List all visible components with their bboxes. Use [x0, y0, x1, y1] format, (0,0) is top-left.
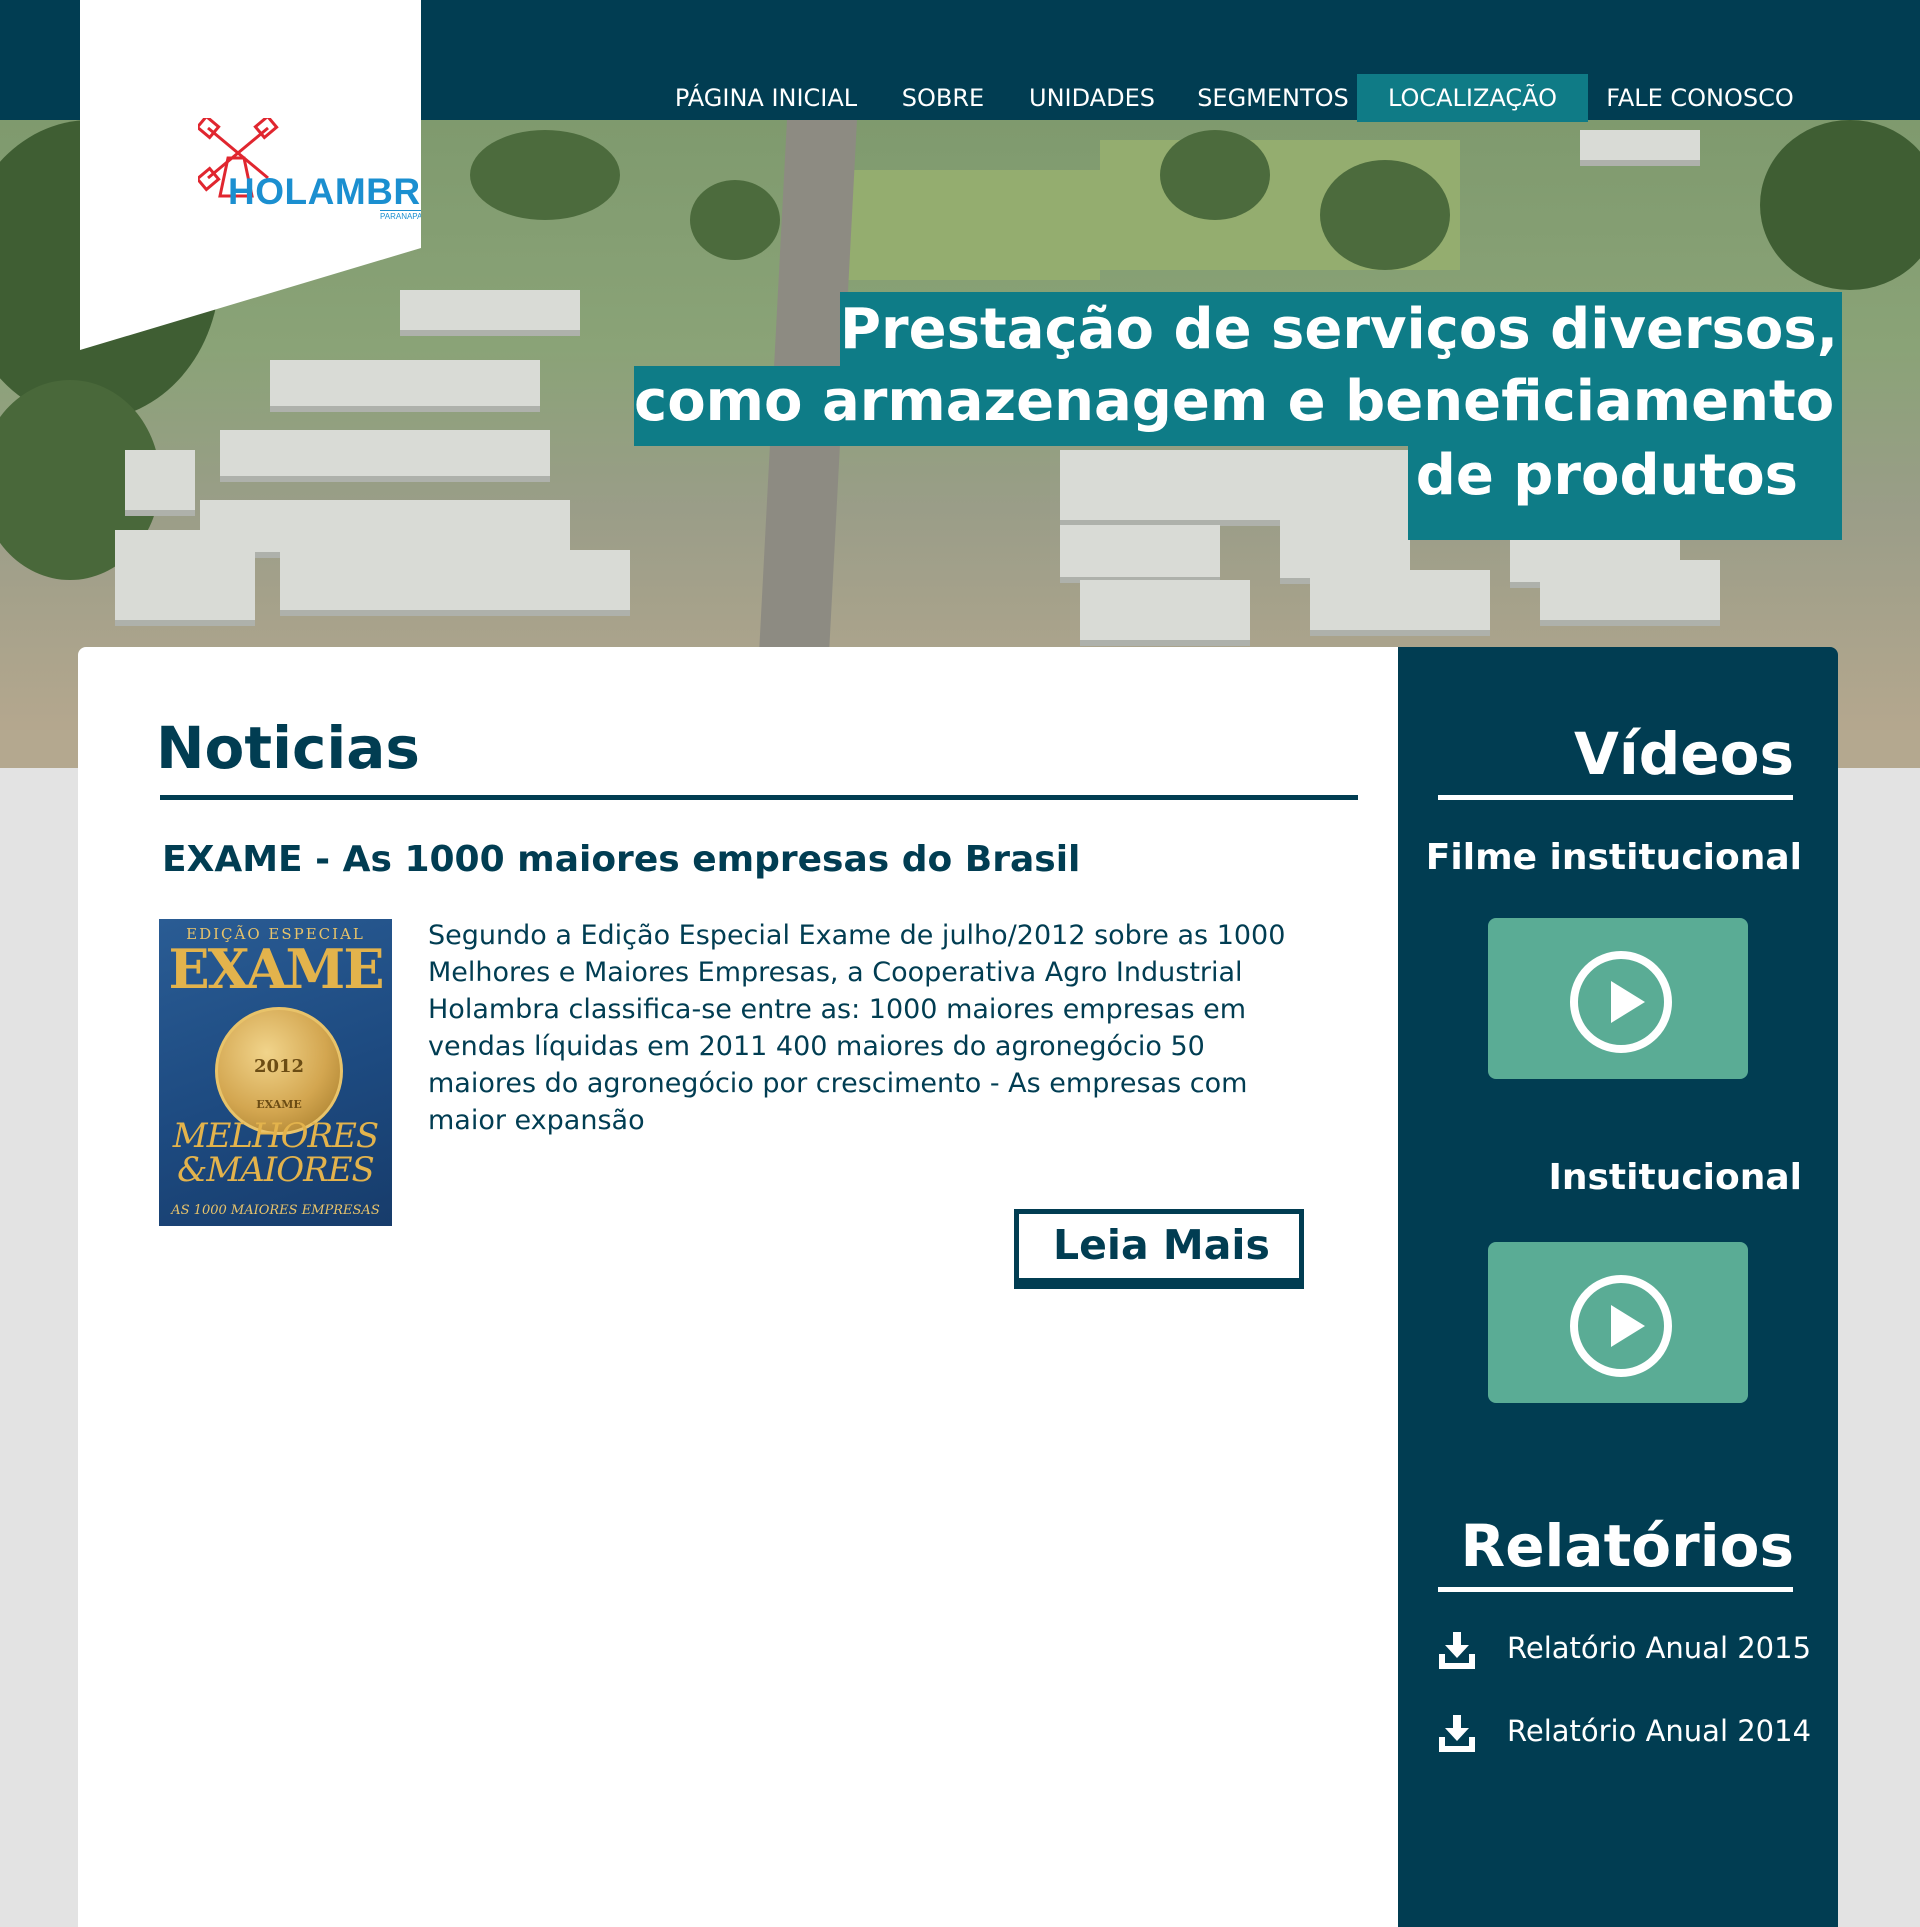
videos-title-divider [1438, 795, 1793, 800]
news-panel: Noticias EXAME - As 1000 maiores empresa… [78, 647, 1398, 1927]
news-section-title: Noticias [156, 714, 420, 782]
nav-item-localizacao[interactable]: LOCALIZAÇÃO [1357, 74, 1588, 122]
nav-item-segmentos[interactable]: SEGMENTOS [1190, 74, 1356, 122]
reports-title-divider [1438, 1587, 1793, 1592]
download-icon [1439, 1715, 1475, 1752]
magazine-headline-2: &MAIORES [177, 1150, 375, 1190]
videos-section-title: Vídeos [1574, 720, 1794, 788]
nav-item-sobre[interactable]: SOBRE [884, 74, 1002, 122]
nav-item-unidades[interactable]: UNIDADES [1020, 74, 1164, 122]
report-link-2015[interactable]: Relatório Anual 2015 [1438, 1628, 1818, 1672]
nav-item-pagina-inicial[interactable]: PÁGINA INICIAL [664, 74, 868, 122]
logo-wordmark: HOLAMBRA [228, 171, 448, 212]
article-body: Segundo a Edição Especial Exame de julho… [428, 920, 1286, 1136]
video-thumb-institucional[interactable] [1488, 1242, 1748, 1403]
news-title-divider [160, 795, 1358, 800]
reports-section-title: Relatórios [1460, 1512, 1794, 1580]
hero-title-line-3: de produtos [1408, 444, 1842, 540]
video-label-filme-institucional: Filme institucional [1425, 837, 1802, 878]
magazine-name: EXAME [168, 937, 385, 1001]
sidebar: Vídeos Filme institucional Institucional… [1398, 647, 1838, 1927]
report-label: Relatório Anual 2014 [1507, 1714, 1812, 1748]
video-thumb-filme-institucional[interactable] [1488, 918, 1748, 1079]
medal-brand: EXAME [256, 1098, 302, 1111]
nav-item-fale-conosco[interactable]: FALE CONOSCO [1600, 74, 1800, 122]
exame-magazine-cover[interactable]: EDIÇÃO ESPECIAL EXAME 2012 EXAME MELHORE… [159, 919, 392, 1226]
hero-title-line-2: como armazenagem e beneficiamento [634, 366, 1842, 446]
magazine-headline-1: MELHORES [172, 1116, 379, 1156]
main-nav: PÁGINA INICIAL SOBRE UNIDADES SEGMENTOS … [0, 74, 1920, 122]
magazine-footer: AS 1000 MAIORES EMPRESAS [171, 1203, 380, 1218]
report-label: Relatório Anual 2015 [1507, 1631, 1812, 1665]
report-link-2014[interactable]: Relatório Anual 2014 [1438, 1711, 1818, 1755]
magazine-headline: MELHORES &MAIORES [159, 1119, 392, 1187]
play-icon [1570, 951, 1672, 1053]
medal-year: 2012 [253, 1056, 305, 1077]
download-icon [1439, 1632, 1475, 1669]
read-more-button[interactable]: Leia Mais [1014, 1209, 1304, 1289]
play-icon [1570, 1275, 1672, 1377]
video-label-institucional: Institucional [1548, 1157, 1802, 1198]
article-title[interactable]: EXAME - As 1000 maiores empresas do Bras… [162, 839, 1080, 880]
hero-title-line-1: Prestação de serviços diversos, [840, 292, 1842, 368]
